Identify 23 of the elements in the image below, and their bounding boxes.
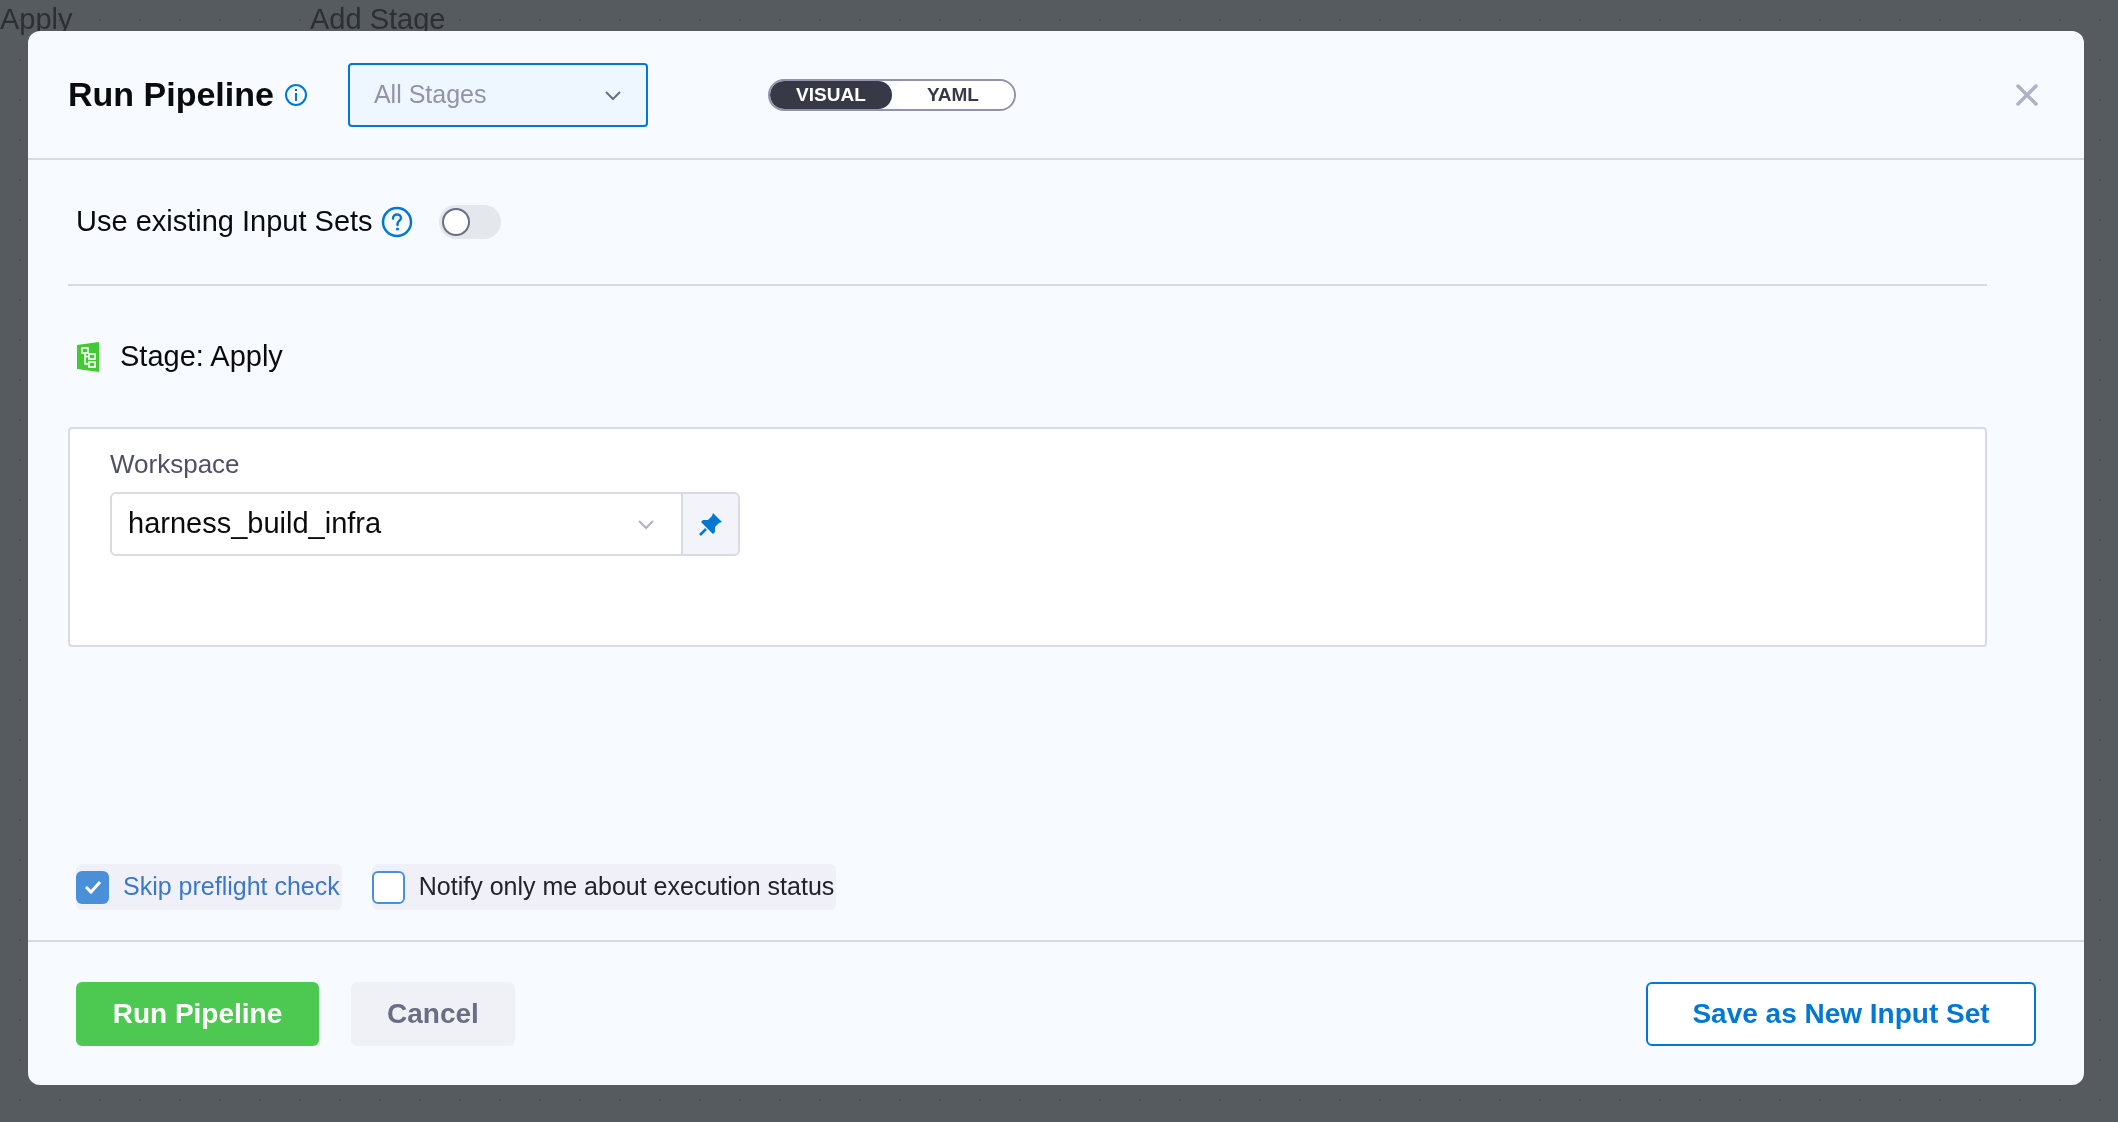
cancel-button[interactable]: Cancel [351,981,515,1046]
stage-title: Stage: Apply [120,338,283,374]
pin-icon [697,511,724,537]
pin-button[interactable] [683,492,740,556]
option-checkbox[interactable]: Notify only me about execution status [371,864,837,910]
dialog-title: Run Pipeline [68,74,274,115]
checkbox[interactable] [371,870,405,904]
save-input-set-button[interactable]: Save as New Input Set [1646,981,2036,1046]
stage-dropdown[interactable]: All Stages [347,62,648,127]
checkbox[interactable] [76,870,109,904]
workspace-dropdown[interactable]: harness_build_infra [110,492,683,556]
chevron-down-icon [603,88,622,101]
check-icon [82,879,103,895]
toggle-switch[interactable] [438,205,501,239]
info-icon[interactable] [283,82,308,107]
help-icon[interactable] [380,206,413,238]
stage-icon [75,341,101,372]
input-sets-label: Use existing Input Sets [76,204,373,240]
view-tab[interactable]: YAML [891,80,1014,109]
field-label: Workspace [110,448,241,481]
view-tab[interactable]: VISUAL [769,80,892,109]
chevron-down-icon [637,518,655,530]
option-checkbox[interactable]: Skip preflight check [76,864,342,910]
